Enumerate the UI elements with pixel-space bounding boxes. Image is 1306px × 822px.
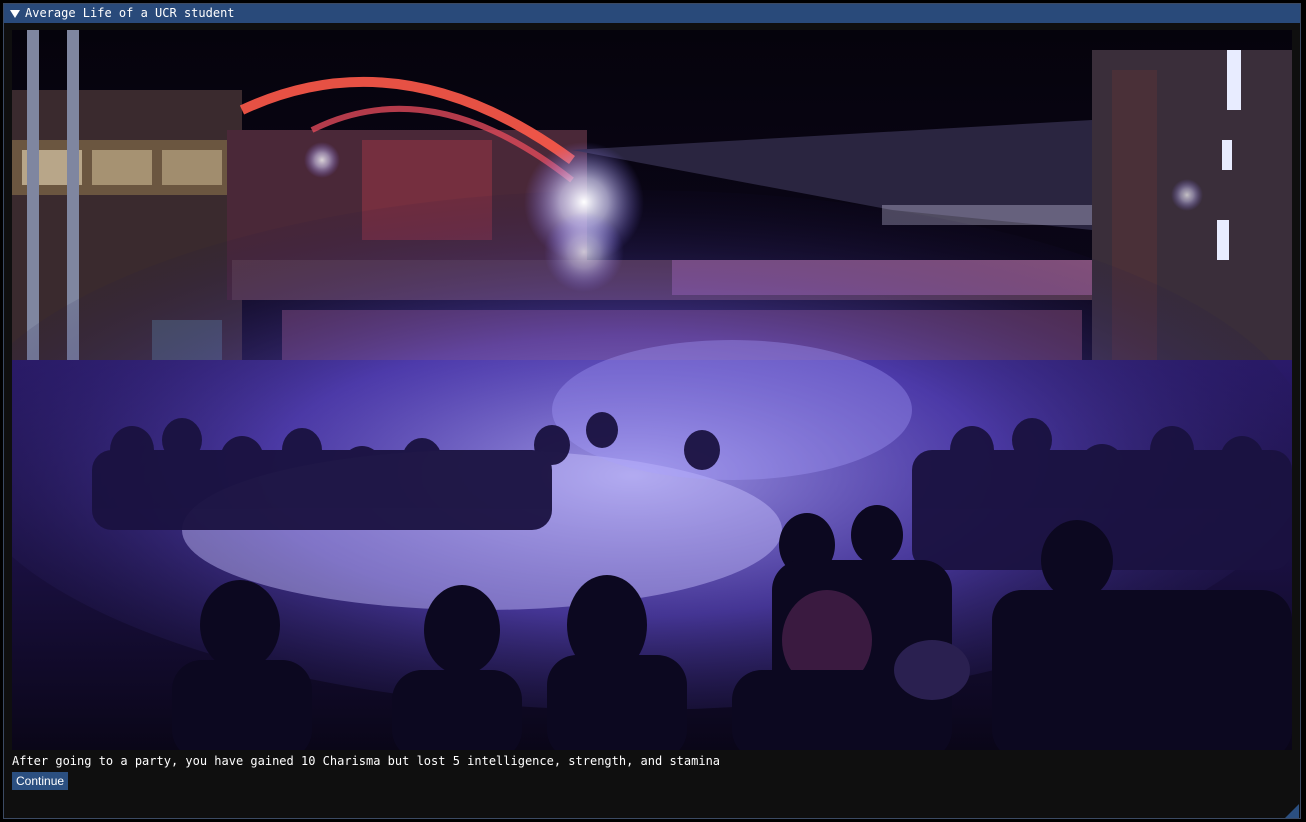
triangle-down-icon[interactable]: [10, 4, 20, 23]
event-message: After going to a party, you have gained …: [12, 754, 721, 768]
party-scene-image: [12, 30, 1292, 750]
continue-button[interactable]: Continue: [12, 772, 69, 790]
window-titlebar[interactable]: Average Life of a UCR student: [4, 4, 1300, 23]
game-window: Average Life of a UCR student After goin…: [3, 3, 1301, 819]
resize-grip-icon[interactable]: [1285, 803, 1299, 818]
window-title: Average Life of a UCR student: [25, 6, 235, 20]
